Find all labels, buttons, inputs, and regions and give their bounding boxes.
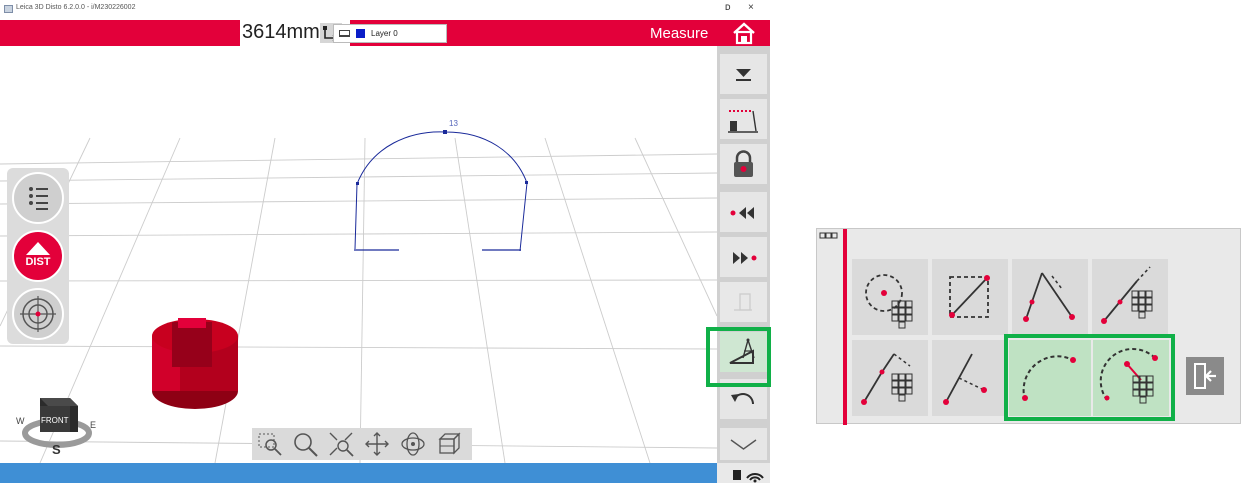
rectangle-tool-button[interactable]	[932, 259, 1008, 335]
pan-button[interactable]	[362, 429, 392, 459]
angle-tool-button[interactable]	[1012, 259, 1088, 335]
circle-center-tool-button[interactable]	[852, 259, 928, 335]
chevron-down-icon	[736, 69, 751, 81]
dist-label: DIST	[25, 256, 51, 268]
zoom-window-button[interactable]	[255, 429, 285, 459]
disabled-tool-icon	[734, 293, 752, 311]
exit-button[interactable]	[1186, 357, 1224, 395]
app-logo-icon	[4, 5, 13, 13]
expand-down-button[interactable]	[720, 428, 767, 460]
lock-button[interactable]	[720, 144, 767, 184]
compass-west-label: W	[16, 416, 25, 426]
perpendicular-grid-tool-button[interactable]	[852, 340, 928, 416]
zoom-button[interactable]	[290, 429, 320, 459]
disabled-tool-button[interactable]	[720, 282, 767, 322]
angle-icon	[1023, 272, 1075, 322]
orbit-icon	[401, 432, 425, 456]
height-tracking-icon	[728, 110, 758, 133]
view-cube-icon	[438, 432, 461, 455]
mode-label: Measure	[650, 25, 709, 42]
distance-value: 3614mm	[242, 21, 320, 43]
layers-icon	[339, 30, 350, 37]
view-compass[interactable]: FRONT W S E	[12, 386, 102, 458]
3d-viewport[interactable]: 13	[0, 46, 717, 463]
panel-accent-bar	[843, 229, 847, 425]
point-to-line-tool-button[interactable]	[932, 340, 1008, 416]
zoom-window-icon	[258, 433, 282, 456]
battery-icon	[733, 470, 741, 480]
left-toolbar: DIST	[7, 168, 69, 344]
app-window: Leica 3D Disto 6.2.0.0 - i/M230226002 ᴅ …	[0, 0, 770, 483]
home-button[interactable]	[718, 20, 770, 46]
rectangle-diagonal-icon	[949, 275, 990, 318]
line-grid-tool-button[interactable]	[1092, 259, 1168, 335]
layer-color-swatch	[356, 29, 365, 38]
list-icon	[29, 187, 48, 210]
zoom-extents-icon	[329, 432, 354, 457]
window-title: Leica 3D Disto 6.2.0.0 - i/M230226002	[16, 4, 136, 11]
view-cube-face-label: FRONT	[41, 416, 69, 425]
status-bar	[0, 463, 717, 483]
minimize-button[interactable]: ᴅ	[725, 2, 731, 13]
point-to-line-icon	[943, 353, 987, 405]
right-toolbar	[717, 46, 770, 463]
orbit-button[interactable]	[398, 429, 428, 459]
window-icon	[819, 232, 838, 239]
lock-icon	[734, 150, 753, 177]
view-cube-button[interactable]	[434, 429, 464, 459]
height-tracking-button[interactable]	[720, 99, 767, 139]
title-bar: Leica 3D Disto 6.2.0.0 - i/M230226002 ᴅ …	[0, 0, 770, 20]
highlight-measure-tools	[706, 327, 771, 387]
screenshot-root: Leica 3D Disto 6.2.0.0 - i/M230226002 ᴅ …	[0, 0, 1241, 483]
next-point-icon	[733, 252, 757, 264]
close-button[interactable]: ×	[748, 2, 754, 13]
highlight-arc-tools	[1004, 334, 1175, 421]
collapse-button[interactable]	[720, 54, 767, 94]
previous-point-button[interactable]	[720, 192, 767, 232]
zoom-extents-button[interactable]	[326, 429, 356, 459]
previous-point-icon	[730, 207, 754, 219]
expand-down-icon	[730, 439, 757, 450]
home-icon	[733, 22, 755, 45]
status-icons	[717, 463, 770, 483]
zoom-icon	[294, 433, 318, 457]
list-button[interactable]	[12, 172, 64, 224]
dist-button[interactable]: DIST	[12, 230, 64, 282]
layer-selector[interactable]: Layer 0	[333, 24, 447, 43]
device-model	[152, 318, 238, 409]
circle-center-grid-icon	[865, 274, 913, 329]
next-point-button[interactable]	[720, 237, 767, 277]
exit-icon	[1194, 363, 1216, 389]
compass-south-label: S	[52, 442, 61, 457]
perpendicular-grid-icon	[861, 353, 913, 405]
line-grid-icon	[1101, 266, 1153, 324]
target-button[interactable]	[12, 288, 64, 340]
pan-icon	[365, 432, 389, 456]
target-icon	[20, 296, 56, 332]
compass-east-label: E	[90, 420, 97, 430]
navigation-toolbar	[252, 428, 472, 460]
layer-name: Layer 0	[371, 29, 398, 38]
